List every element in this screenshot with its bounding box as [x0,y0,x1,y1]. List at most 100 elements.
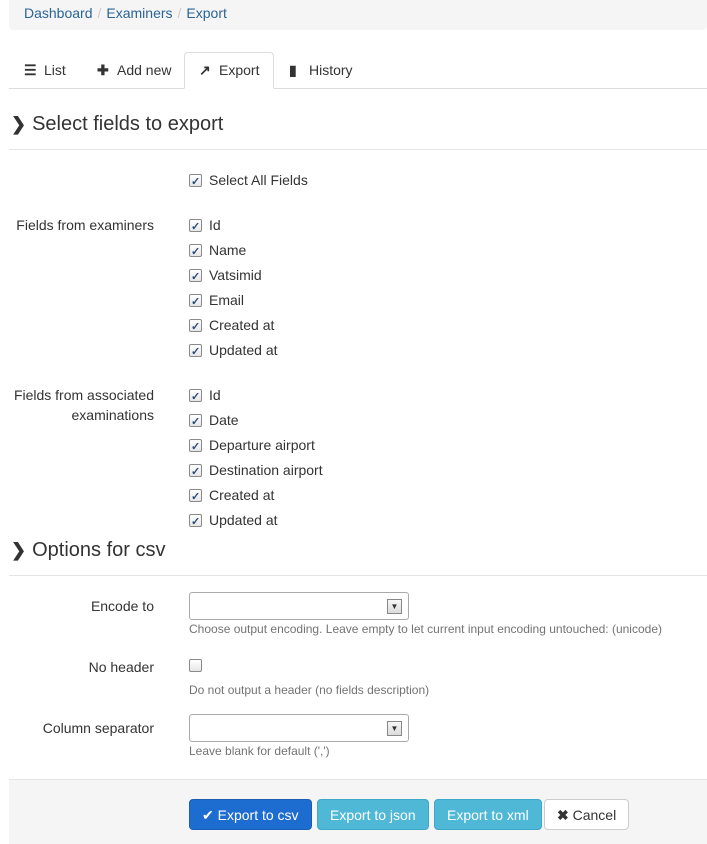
chevron-down-icon: ❯ [11,540,27,560]
share-icon: ↗ [199,62,211,78]
examiner-field-created-at[interactable]: ✓ Created at [189,315,274,335]
examinations-group-label-line1: Fields from associated [13,387,154,403]
examiners-group-label: Fields from examiners [16,217,154,233]
no-header-checkbox[interactable] [189,659,202,672]
dropdown-arrow-icon[interactable]: ▼ [387,721,402,736]
tab-add-new[interactable]: ✚ Add new [82,52,186,89]
check-icon: ✓ [191,271,201,283]
field-label: Name [209,242,247,258]
section-select-fields-title: Select fields to export [32,113,224,135]
checkbox[interactable]: ✓ [189,344,202,358]
export-xml-label: Export to xml [447,807,529,823]
checkbox[interactable]: ✓ [189,514,202,528]
dropdown-arrow-icon[interactable]: ▼ [387,599,402,614]
examination-field-departure-airport[interactable]: ✓ Departure airport [189,435,315,455]
field-label: Vatsimid [209,267,262,283]
examination-field-destination-airport[interactable]: ✓ Destination airport [189,460,323,480]
column-separator-select[interactable]: ▼ [189,714,409,742]
field-label: Created at [209,317,275,333]
tab-list-label: List [44,62,66,78]
check-icon: ✓ [191,466,201,478]
close-icon: ✖ [557,807,569,823]
check-icon: ✓ [191,516,201,528]
encode-to-select[interactable]: ▼ [189,592,409,620]
tab-export[interactable]: ↗ Export [184,52,275,89]
no-header-field[interactable] [189,655,209,675]
no-header-help: Do not output a header (no fields descri… [189,683,430,697]
check-icon: ✓ [191,346,201,358]
check-icon: ✓ [191,391,201,403]
checkbox[interactable]: ✓ [189,319,202,333]
examiner-field-email[interactable]: ✓ Email [189,290,244,310]
chevron-down-icon: ❯ [11,114,27,134]
checkbox[interactable]: ✓ [189,389,202,403]
plus-icon: ✚ [97,62,109,78]
check-icon: ✓ [191,416,201,428]
field-label: Updated at [209,342,278,358]
breadcrumb-separator: / [97,5,102,21]
export-xml-button[interactable]: Export to xml [434,799,542,830]
select-all-fields[interactable]: ✓ Select All Fields [189,170,308,190]
field-label: Id [209,387,221,403]
checkbox[interactable]: ✓ [189,294,202,308]
form-actions: ✔ Export to csv Export to json Export to… [9,779,707,844]
check-icon: ✓ [191,441,201,453]
checkbox[interactable]: ✓ [189,414,202,428]
examination-field-date[interactable]: ✓ Date [189,410,239,430]
examiner-field-vatsimid[interactable]: ✓ Vatsimid [189,265,262,285]
export-json-button[interactable]: Export to json [317,799,429,830]
column-separator-help: Leave blank for default (',') [189,744,330,758]
examiner-field-name[interactable]: ✓ Name [189,240,246,260]
field-label: Departure airport [209,437,315,453]
examination-field-id[interactable]: ✓ Id [189,385,221,405]
check-icon: ✔ [202,807,214,823]
examiner-field-updated-at[interactable]: ✓ Updated at [189,340,278,360]
export-csv-label: Export to csv [217,807,299,823]
list-icon: ☰ [24,62,37,78]
checkbox[interactable]: ✓ [189,219,202,233]
breadcrumb-examiners[interactable]: Examiners [106,5,172,21]
section-options-csv[interactable]: ❯ Options for csv [9,539,707,576]
breadcrumb: Dashboard / Examiners / Export [9,0,707,30]
export-csv-button[interactable]: ✔ Export to csv [189,799,312,830]
check-icon: ✓ [191,246,201,258]
examiner-field-id[interactable]: ✓ Id [189,215,221,235]
section-select-fields[interactable]: ❯ Select fields to export [9,113,707,150]
tab-export-label: Export [219,62,260,78]
encode-to-help: Choose output encoding. Leave empty to l… [189,622,662,636]
check-icon: ✓ [191,491,201,503]
checkbox[interactable]: ✓ [189,439,202,453]
check-icon: ✓ [191,321,201,333]
tab-history[interactable]: ▮ History [274,52,368,89]
export-json-label: Export to json [330,807,416,823]
checkbox[interactable]: ✓ [189,174,202,188]
checkbox[interactable]: ✓ [189,464,202,478]
examinations-group-label-line2: examinations [71,407,155,423]
tab-add-new-label: Add new [117,62,172,78]
breadcrumb-separator: / [177,5,182,21]
section-options-csv-title: Options for csv [32,539,166,561]
field-label: Id [209,217,221,233]
cancel-label: Cancel [572,807,617,823]
check-icon: ✓ [191,176,201,188]
examination-field-created-at[interactable]: ✓ Created at [189,485,274,505]
checkbox[interactable]: ✓ [189,269,202,283]
column-separator-label: Column separator [42,720,154,736]
checkbox[interactable]: ✓ [189,244,202,258]
field-label: Destination airport [209,462,323,478]
cancel-button[interactable]: ✖ Cancel [544,799,630,830]
field-label: Date [209,412,239,428]
examinations-group-label: Fields from associated examinations [4,385,154,425]
check-icon: ✓ [191,221,201,233]
tab-history-label: History [309,62,353,78]
checkbox[interactable]: ✓ [189,489,202,503]
check-icon: ✓ [191,296,201,308]
field-label: Created at [209,487,275,503]
field-label: Updated at [209,512,278,528]
breadcrumb-export[interactable]: Export [186,5,226,21]
examination-field-updated-at[interactable]: ✓ Updated at [189,510,278,530]
book-icon: ▮ [289,62,297,78]
breadcrumb-dashboard[interactable]: Dashboard [24,5,93,21]
tab-list[interactable]: ☰ List [9,52,81,89]
encode-to-label: Encode to [90,598,154,614]
